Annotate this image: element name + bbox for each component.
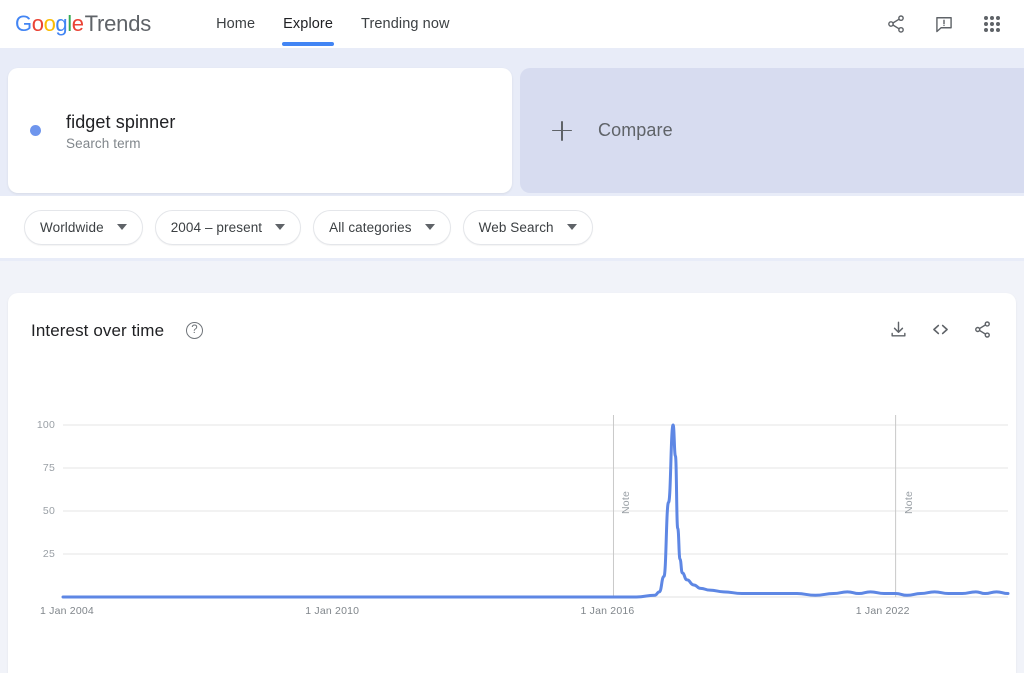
embed-code-icon[interactable] [928,317,952,341]
nav-explore-label: Explore [283,16,333,32]
compare-label: Compare [598,120,673,141]
share-chart-icon[interactable] [970,317,994,341]
google-trends-logo[interactable]: Google Trends [15,11,151,37]
filter-search-type[interactable]: Web Search [463,210,593,245]
compare-card[interactable]: Compare [520,68,1024,193]
y-axis-tick-label: 75 [25,462,55,474]
apps-grid-dots [984,16,1000,32]
x-axis-tick-label: 1 Jan 2004 [40,605,94,617]
filter-time-range-label: 2004 – present [171,220,262,235]
nav-home[interactable]: Home [202,0,269,48]
interest-over-time-card: Interest over time ? [8,293,1016,673]
nav-trending-now[interactable]: Trending now [347,0,464,48]
filter-category-label: All categories [329,220,411,235]
y-axis-tick-label: 100 [25,419,55,431]
filter-time-range[interactable]: 2004 – present [155,210,301,245]
help-icon[interactable]: ? [186,322,203,339]
trends-wordmark: Trends [85,11,151,37]
download-csv-icon[interactable] [886,317,910,341]
filter-location-label: Worldwide [40,220,104,235]
note-annotation-label[interactable]: Note [620,491,632,514]
nav-explore[interactable]: Explore [269,0,347,48]
x-axis-tick-label: 1 Jan 2016 [580,605,634,617]
search-term-card[interactable]: fidget spinner Search term [8,68,512,193]
interest-over-time-plot[interactable]: 100 75 50 25 1 Jan 2004 1 Jan 2010 1 Jan 2016 1… [8,373,1016,673]
top-bar-icons [872,0,1016,48]
search-term-type: Search term [66,136,175,151]
y-axis-tick-label: 50 [25,505,55,517]
chart-title: Interest over time [31,321,164,341]
chevron-down-icon [425,224,435,230]
chevron-down-icon [275,224,285,230]
nav-trending-now-label: Trending now [361,16,450,32]
chevron-down-icon [117,224,127,230]
filter-search-type-label: Web Search [479,220,554,235]
series-color-dot [30,125,41,136]
chart-action-icons [886,317,994,341]
y-axis-tick-label: 25 [25,548,55,560]
top-navigation-bar: Google Trends Home Explore Trending now [0,0,1024,48]
filter-location[interactable]: Worldwide [24,210,143,245]
filter-bar: Worldwide 2004 – present All categories … [0,196,1024,258]
chart-svg [8,373,1016,673]
chart-header: Interest over time ? [8,293,1016,373]
google-wordmark: Google [15,11,84,37]
x-axis-tick-label: 1 Jan 2022 [856,605,910,617]
chevron-down-icon [567,224,577,230]
search-term-value: fidget spinner [66,111,175,133]
filter-category[interactable]: All categories [313,210,450,245]
search-term-text: fidget spinner Search term [66,111,175,151]
x-axis-tick-label: 1 Jan 2010 [305,605,359,617]
plus-icon [552,121,572,141]
apps-grid-icon[interactable] [972,4,1012,44]
page-root: Google Trends Home Explore Trending now [0,0,1024,673]
nav-links: Home Explore Trending now [202,0,464,48]
nav-home-label: Home [216,16,255,32]
share-icon[interactable] [876,4,916,44]
feedback-icon[interactable] [924,4,964,44]
note-annotation-label[interactable]: Note [903,491,915,514]
